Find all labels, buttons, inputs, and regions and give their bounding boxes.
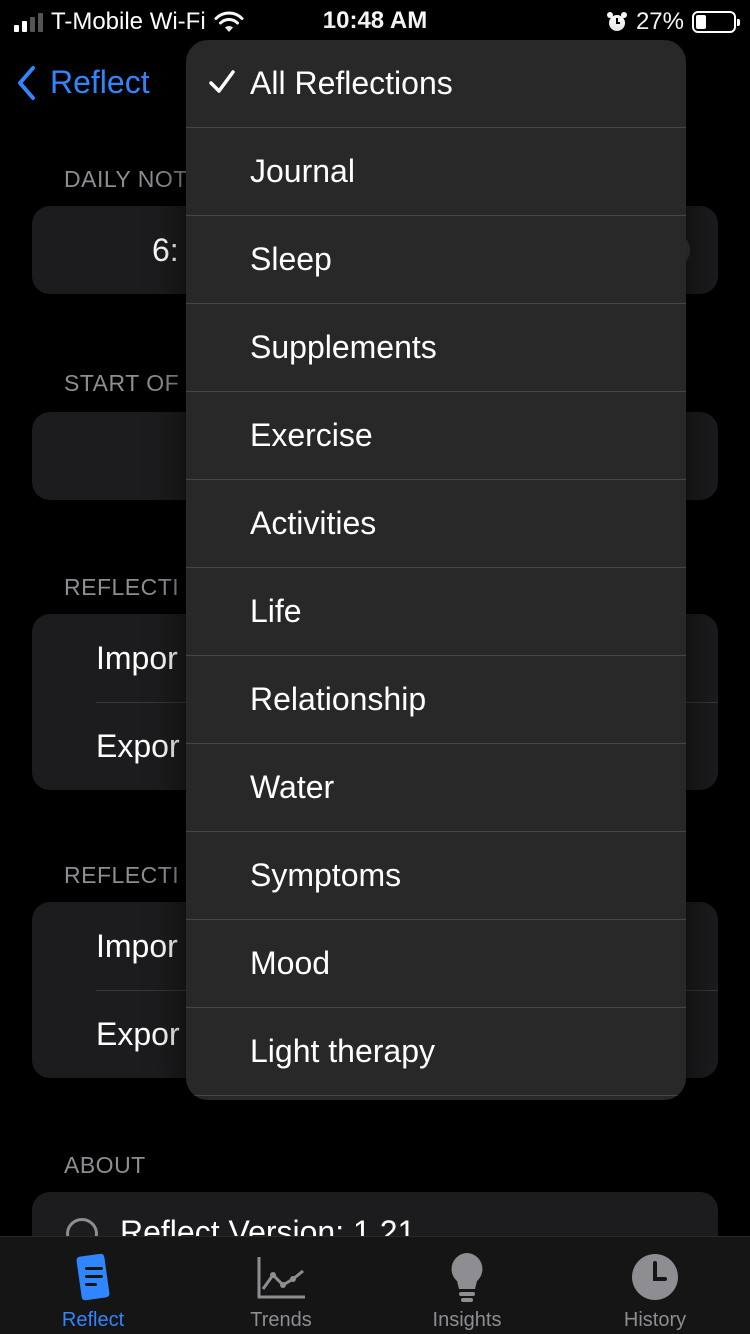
- tab-label: Insights: [432, 1309, 502, 1331]
- menu-item-label: Water: [250, 769, 335, 805]
- menu-item-activities[interactable]: Activities: [186, 480, 686, 568]
- alarm-icon: [606, 12, 627, 31]
- menu-item-water[interactable]: Water: [186, 744, 686, 832]
- status-right: 27%: [606, 8, 740, 36]
- export-row[interactable]: Expor: [96, 1016, 180, 1053]
- menu-item-label: Activities: [250, 505, 377, 541]
- menu-item-label: Symptoms: [250, 857, 402, 893]
- menu-item-label: Supplements: [250, 329, 437, 365]
- menu-item-mood[interactable]: Mood: [186, 920, 686, 1008]
- menu-item-all-reflections[interactable]: All Reflections: [186, 40, 686, 128]
- document-icon: [76, 1253, 110, 1301]
- menu-item-sleep[interactable]: Sleep: [186, 216, 686, 304]
- battery-fill: [696, 15, 706, 29]
- import-row[interactable]: Impor: [96, 640, 178, 677]
- menu-item-label: Sleep: [250, 241, 332, 277]
- menu-item-journal[interactable]: Journal: [186, 128, 686, 216]
- chevron-left-icon: [18, 65, 35, 100]
- status-bar: T-Mobile Wi-Fi 10:48 AM 27%: [0, 0, 750, 40]
- filter-dropdown-menu: All Reflections Journal Sleep Supplements Ex…: [186, 40, 686, 1100]
- checkmark-icon: [208, 68, 236, 96]
- tab-trends[interactable]: Trends: [206, 1237, 356, 1334]
- tab-history[interactable]: History: [580, 1237, 730, 1334]
- tab-label: History: [623, 1309, 687, 1331]
- section-about: ABOUT: [64, 1152, 146, 1178]
- tab-reflect[interactable]: Reflect: [18, 1237, 168, 1334]
- tab-label: Reflect: [61, 1309, 125, 1331]
- notification-time: 6:: [152, 232, 179, 268]
- menu-item-exercise[interactable]: Exercise: [186, 392, 686, 480]
- menu-item-label: Relationship: [250, 681, 427, 717]
- clock-icon: [632, 1254, 678, 1300]
- menu-item-label: Journal: [250, 153, 355, 189]
- battery-icon: [692, 11, 740, 33]
- section-start-of: START OF: [64, 370, 180, 396]
- back-label: Reflect: [50, 64, 150, 100]
- section-daily-notification: DAILY NOT: [64, 166, 188, 192]
- export-row[interactable]: Expor: [96, 728, 180, 765]
- menu-item-label: Light therapy: [250, 1033, 436, 1069]
- back-button[interactable]: Reflect: [16, 64, 150, 101]
- menu-item-label: Mood: [250, 945, 331, 981]
- tab-label: Trends: [250, 1309, 312, 1331]
- lightbulb-icon: [451, 1253, 483, 1302]
- menu-item-label: Life: [250, 593, 302, 629]
- line-chart-icon: [257, 1257, 305, 1299]
- tab-bar: Reflect Trends Insights History: [0, 1236, 750, 1334]
- section-reflections-1: REFLECTI: [64, 574, 180, 600]
- menu-item-life[interactable]: Life: [186, 568, 686, 656]
- menu-item-label: Exercise: [250, 417, 373, 453]
- menu-item-light-therapy[interactable]: Light therapy: [186, 1008, 686, 1096]
- menu-item-relationship[interactable]: Relationship: [186, 656, 686, 744]
- menu-item-supplements[interactable]: Supplements: [186, 304, 686, 392]
- battery-percent: 27%: [635, 8, 684, 35]
- tab-insights[interactable]: Insights: [392, 1237, 542, 1334]
- import-row[interactable]: Impor: [96, 928, 178, 965]
- menu-item-label: All Reflections: [250, 65, 453, 101]
- menu-item-symptoms[interactable]: Symptoms: [186, 832, 686, 920]
- section-reflections-2: REFLECTI: [64, 862, 180, 888]
